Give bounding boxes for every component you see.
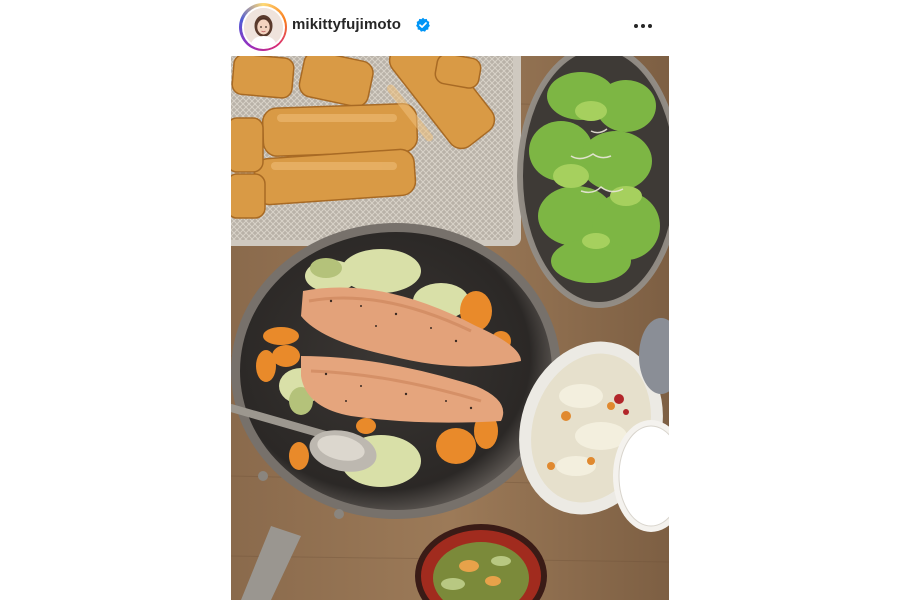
instagram-post: mikittyfujimoto bbox=[231, 0, 669, 600]
post-header: mikittyfujimoto bbox=[231, 0, 669, 54]
more-horizontal-icon bbox=[634, 24, 652, 28]
more-options-button[interactable] bbox=[631, 16, 655, 36]
post-photo[interactable] bbox=[231, 56, 669, 600]
avatar bbox=[243, 7, 283, 47]
story-ring-avatar[interactable] bbox=[239, 3, 287, 51]
avatar-image bbox=[243, 7, 283, 47]
spring-roll-tray bbox=[231, 56, 521, 246]
username-link[interactable]: mikittyfujimoto bbox=[292, 16, 401, 33]
avatar-border bbox=[241, 5, 285, 49]
food-photo bbox=[231, 56, 669, 600]
verified-badge-icon bbox=[416, 17, 430, 32]
